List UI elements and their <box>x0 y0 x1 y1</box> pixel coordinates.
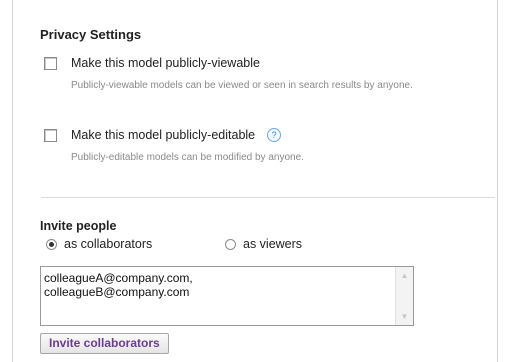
radio-as-collaborators-label[interactable]: as collaborators <box>64 237 152 251</box>
public-editable-description: Publicly-editable models can be modified… <box>71 152 304 163</box>
textarea-scrollbar[interactable]: ▲ ▼ <box>395 267 413 325</box>
public-viewable-description: Publicly-viewable models can be viewed o… <box>71 80 413 91</box>
scroll-down-icon[interactable]: ▼ <box>397 309 412 324</box>
radio-as-viewers-button[interactable] <box>225 239 236 250</box>
public-editable-label[interactable]: Make this model publicly-editable <box>71 128 255 142</box>
invite-emails-text[interactable]: colleagueA@company.com, colleagueB@compa… <box>44 271 193 299</box>
radio-as-viewers-label[interactable]: as viewers <box>243 237 302 251</box>
help-icon[interactable]: ? <box>267 128 282 142</box>
settings-panel: Privacy Settings Make this model publicl… <box>12 0 498 362</box>
radio-as-collaborators-button[interactable] <box>46 239 57 250</box>
privacy-settings-title: Privacy Settings <box>40 27 142 42</box>
invite-collaborators-button[interactable]: Invite collaborators <box>40 333 169 354</box>
invite-emails-textarea[interactable]: colleagueA@company.com, colleagueB@compa… <box>40 266 414 326</box>
section-divider <box>41 197 495 198</box>
public-viewable-label[interactable]: Make this model publicly-viewable <box>71 56 260 70</box>
scroll-up-icon[interactable]: ▲ <box>397 268 412 283</box>
invite-people-title: Invite people <box>40 219 117 233</box>
public-editable-checkbox[interactable] <box>44 129 57 142</box>
public-viewable-checkbox[interactable] <box>44 57 57 70</box>
public-editable-label-wrap: Make this model publicly-editable? <box>71 128 282 142</box>
